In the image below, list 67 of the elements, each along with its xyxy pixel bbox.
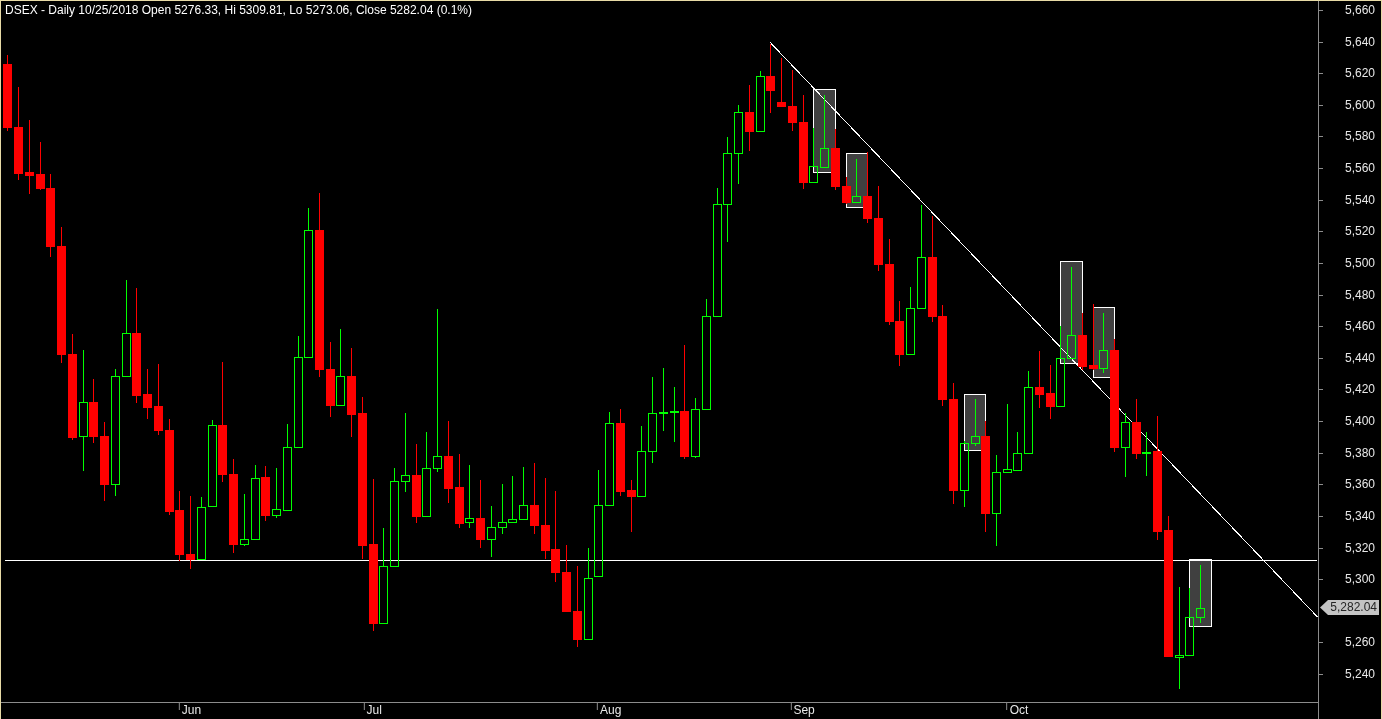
price-label: 5,440 <box>1344 351 1375 365</box>
price-label: 5,240 <box>1344 667 1375 681</box>
candlestick <box>465 464 474 528</box>
month-label: Jun <box>178 703 202 717</box>
candlestick <box>960 440 969 507</box>
price-label: 5,540 <box>1344 193 1375 207</box>
price-label: 5,400 <box>1344 414 1375 428</box>
price-label: 5,660 <box>1344 3 1375 17</box>
highlight-box <box>1189 559 1212 627</box>
candlestick <box>508 475 517 523</box>
candlestick <box>627 479 636 532</box>
candlestick <box>906 286 915 355</box>
price-label: 5,260 <box>1344 635 1375 649</box>
month-label: Sep <box>790 703 815 717</box>
candlestick <box>197 496 206 560</box>
highlight-box <box>964 394 986 451</box>
candlestick <box>175 490 184 561</box>
candlestick <box>476 479 485 548</box>
candlestick <box>261 465 270 521</box>
month-label: Oct <box>1006 703 1029 717</box>
candlestick <box>863 151 872 223</box>
candlestick <box>272 467 281 518</box>
candlestick <box>1142 431 1151 476</box>
price-label: 5,300 <box>1344 572 1375 586</box>
candlestick <box>1196 564 1205 623</box>
candlestick <box>1121 412 1130 477</box>
candlestick <box>1099 312 1108 373</box>
chart-title: DSEX - Daily 10/25/2018 Open 5276.33, Hi 5309.81, Lo 5273.06, Close 5282.04 (0.1%) <box>5 3 472 17</box>
candlestick <box>562 544 571 612</box>
candlestick <box>1132 398 1141 459</box>
candlestick <box>498 483 507 534</box>
candlestick <box>487 505 496 557</box>
candlestick <box>691 397 700 458</box>
candlestick <box>143 368 152 419</box>
candlestick <box>777 57 786 107</box>
candlestick <box>659 367 668 431</box>
candlestick <box>1078 312 1087 370</box>
candlestick <box>895 300 904 366</box>
candlestick <box>831 128 840 190</box>
candlestick <box>766 43 775 113</box>
candlestick <box>637 425 646 497</box>
price-label: 5,420 <box>1344 382 1375 396</box>
candlestick <box>788 69 797 131</box>
candlestick <box>240 493 249 546</box>
price-label: 5,460 <box>1344 319 1375 333</box>
price-label: 5,320 <box>1344 541 1375 555</box>
price-label: 5,620 <box>1344 66 1375 80</box>
candlestick <box>154 363 163 435</box>
candlestick <box>519 466 528 520</box>
price-label: 5,640 <box>1344 35 1375 49</box>
candlestick <box>530 462 539 534</box>
candlestick <box>756 70 765 132</box>
price-label: 5,340 <box>1344 509 1375 523</box>
price-label: 5,560 <box>1344 161 1375 175</box>
price-label: 5,480 <box>1344 288 1375 302</box>
price-label: 5,380 <box>1344 446 1375 460</box>
month-label: Jul <box>363 703 382 717</box>
price-label: 5,580 <box>1344 129 1375 143</box>
price-label: 5,360 <box>1344 477 1375 491</box>
candlestick <box>1035 350 1044 408</box>
price-label: 5,600 <box>1344 98 1375 112</box>
price-label: 5,520 <box>1344 224 1375 238</box>
last-price-tag: 5,282.04 <box>1320 600 1379 615</box>
price-label: 5,500 <box>1344 256 1375 270</box>
candlestick <box>745 84 754 151</box>
candlestick <box>1089 303 1098 370</box>
month-label: Aug <box>596 703 622 717</box>
